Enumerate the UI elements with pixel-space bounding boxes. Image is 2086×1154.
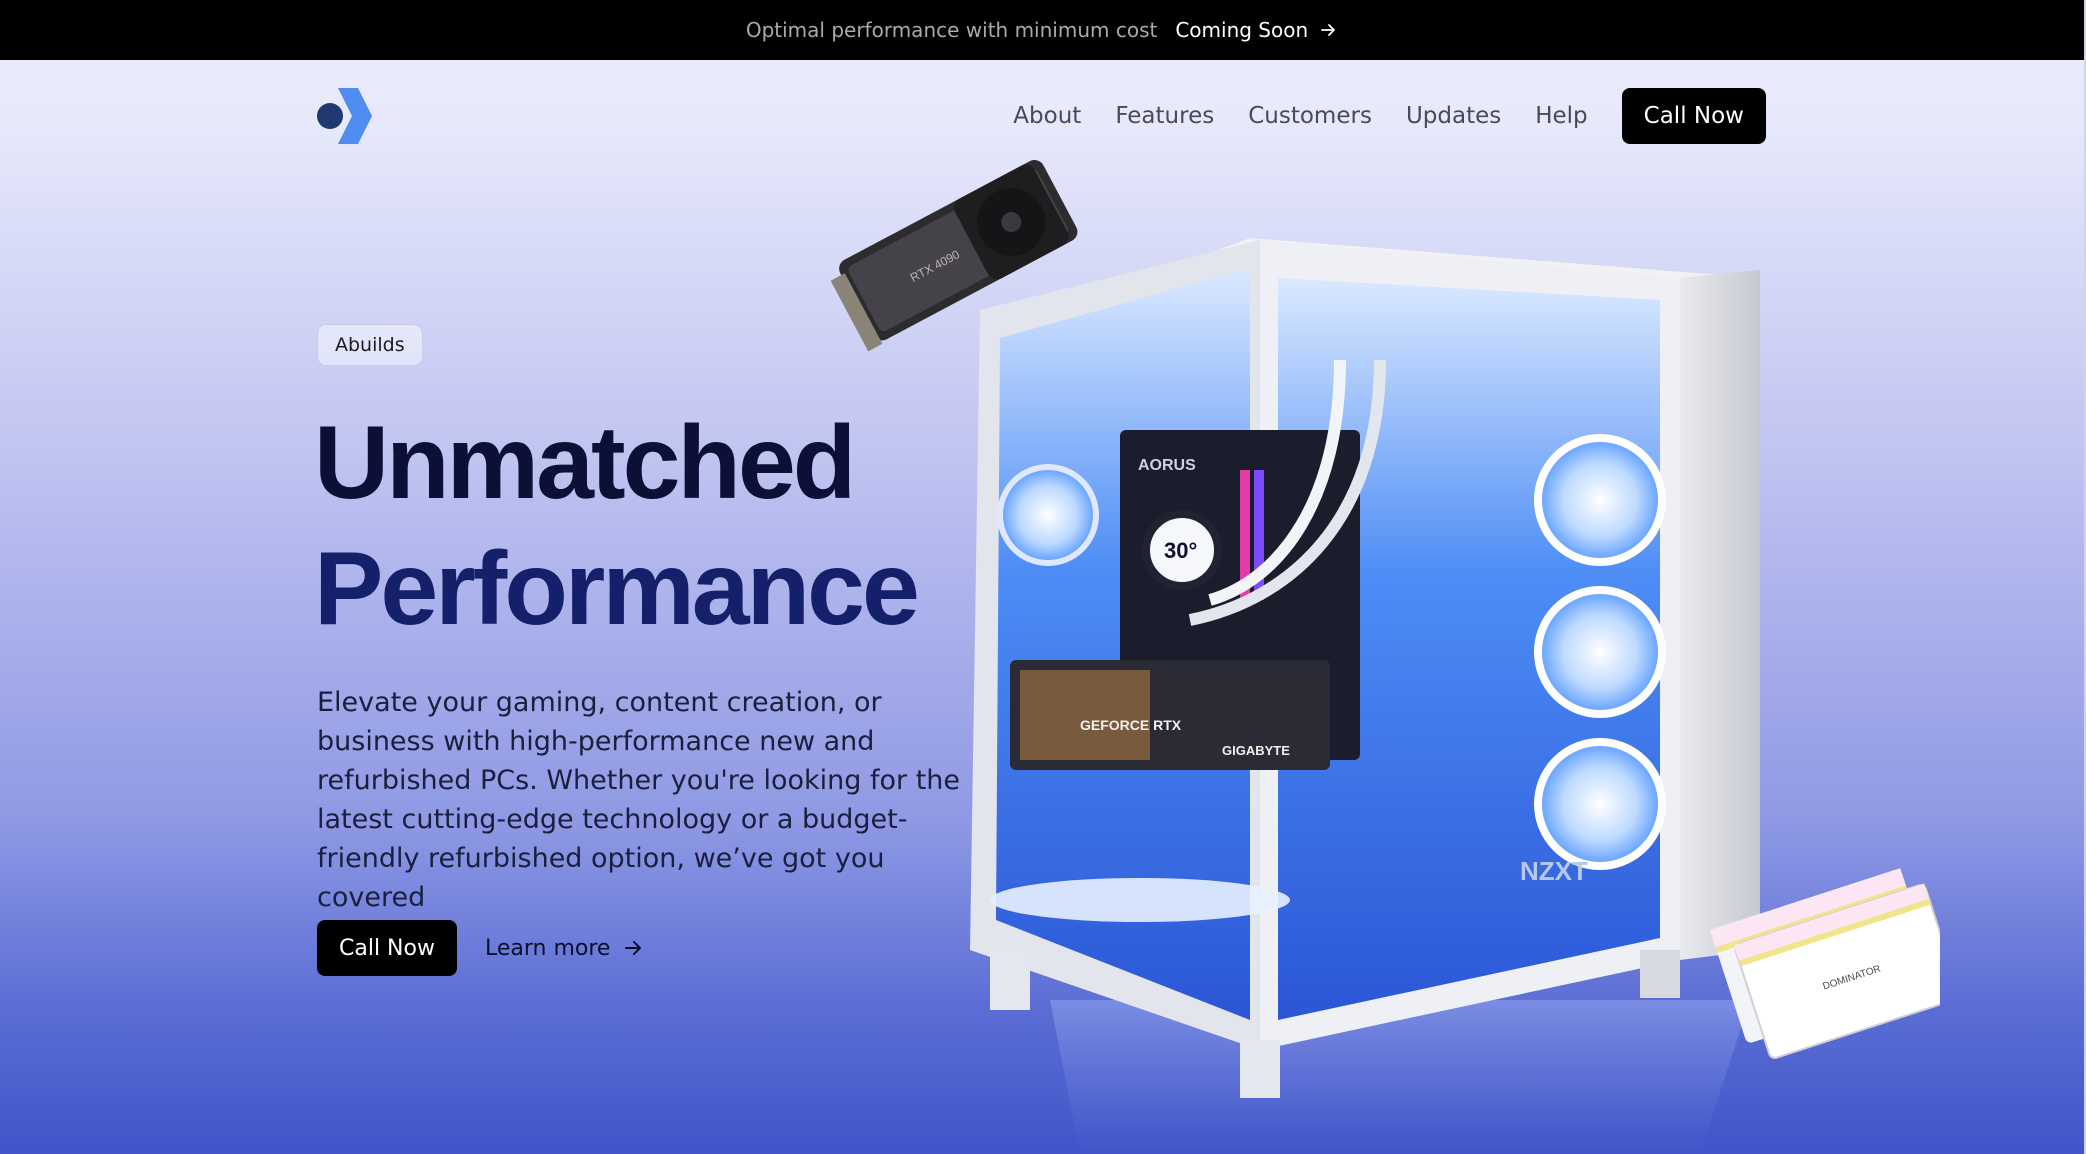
coming-soon-label: Coming Soon (1175, 18, 1309, 42)
gpu-heatsink (1020, 670, 1150, 760)
nav-item-updates[interactable]: Updates (1406, 103, 1501, 129)
announcement-text: Optimal performance with minimum cost (745, 18, 1158, 42)
learn-more-label: Learn more (484, 935, 611, 961)
board-brand-label: AORUS (1138, 457, 1196, 474)
learn-more-link[interactable]: Learn more (485, 936, 644, 961)
case-foot (990, 950, 1030, 1010)
hero-actions: Call Now Learn more (317, 920, 644, 976)
nav-item-customers[interactable]: Customers (1248, 103, 1372, 129)
rear-fan (997, 464, 1099, 566)
arrow-right-icon (1321, 24, 1336, 36)
case-fan-2 (1534, 586, 1666, 718)
pc-build-illustration: RTX 4090 AORUS 30° GEFORCE RTX GIGABYTE … (830, 160, 1940, 1154)
cooler-temp-label: 30° (1164, 538, 1197, 563)
nav-item-help[interactable]: Help (1535, 103, 1587, 129)
gpu-brand-label: GIGABYTE (1222, 743, 1290, 758)
chevron-logo-icon[interactable] (316, 86, 374, 146)
announcement-bar: Optimal performance with minimum cost Co… (0, 0, 2084, 60)
bottom-fan-glow (990, 878, 1290, 922)
hero-page: Optimal performance with minimum cost Co… (0, 0, 2086, 1154)
nav-item-features[interactable]: Features (1115, 103, 1214, 129)
coming-soon-link[interactable]: Coming Soon (1175, 18, 1338, 42)
nav-call-now-button[interactable]: Call Now (1621, 88, 1766, 144)
case-foot (1640, 950, 1680, 998)
nav-item-about[interactable]: About (1013, 103, 1081, 129)
brand-badge: Abuilds (317, 324, 423, 366)
floor-reflection (1050, 1000, 1750, 1154)
case-foot (1240, 1040, 1280, 1098)
case-fan-1 (1534, 434, 1666, 566)
case-fan-3 (1534, 738, 1666, 870)
pc-case-side-panel (1680, 270, 1760, 960)
arrow-right-icon (625, 941, 642, 955)
main-nav: About Features Customers Updates Help Ca… (979, 88, 1766, 144)
case-brand-label: NZXT (1520, 856, 1588, 886)
call-now-button[interactable]: Call Now (317, 920, 457, 976)
gpu-series-label: GEFORCE RTX (1080, 717, 1182, 733)
